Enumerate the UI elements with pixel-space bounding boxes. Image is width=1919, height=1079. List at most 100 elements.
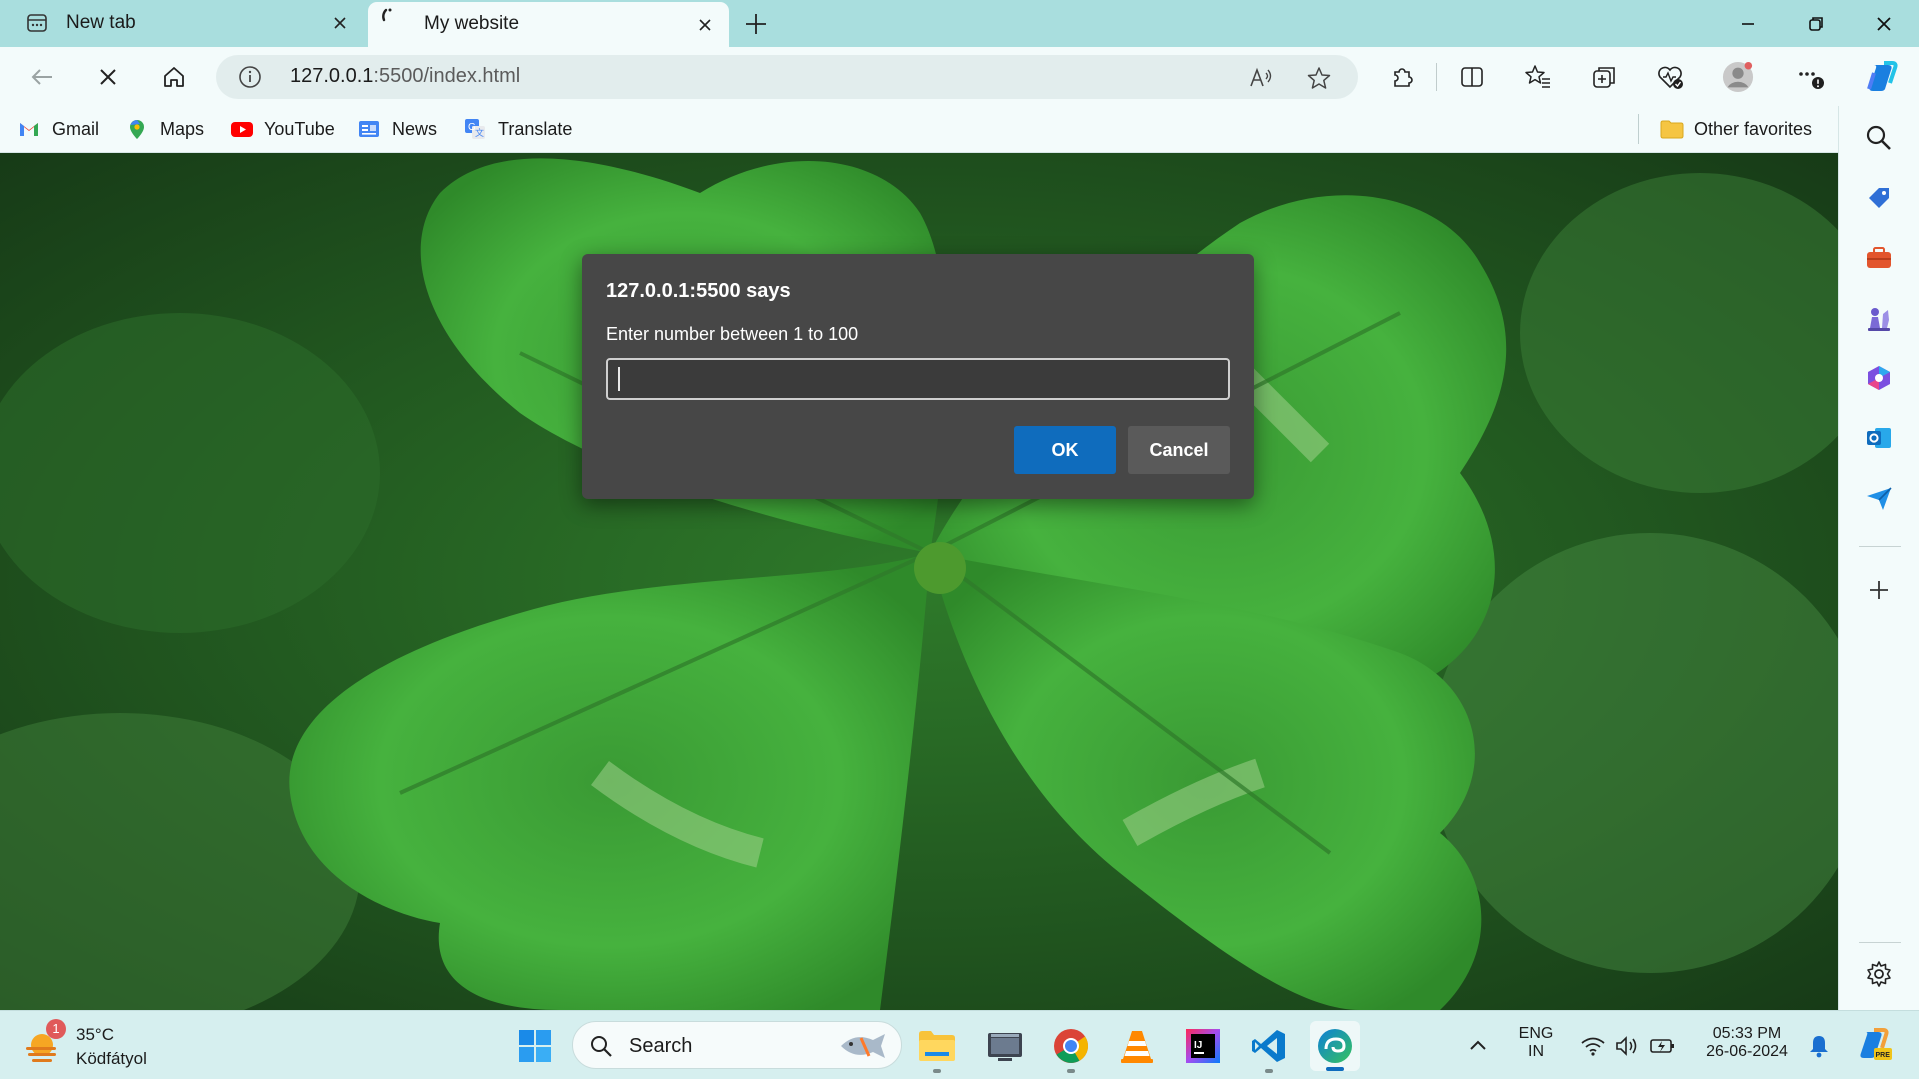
text-cursor bbox=[618, 367, 620, 391]
copilot-preview-icon[interactable]: PRE bbox=[1852, 1023, 1898, 1069]
extensions-icon[interactable] bbox=[1386, 61, 1418, 93]
active-app-indicator bbox=[1326, 1067, 1344, 1071]
more-options-icon[interactable] bbox=[1794, 61, 1826, 93]
translate-icon: G文 bbox=[464, 118, 486, 140]
split-screen-icon[interactable] bbox=[1456, 61, 1488, 93]
tab-title: My website bbox=[424, 13, 520, 34]
sidebar-divider bbox=[1859, 546, 1901, 547]
news-icon bbox=[358, 118, 380, 140]
tab-my-website[interactable]: My website bbox=[368, 2, 729, 47]
favorite-translate[interactable]: G文 Translate bbox=[464, 116, 572, 142]
notification-bell-icon[interactable] bbox=[1800, 1023, 1838, 1069]
tab-title: New tab bbox=[66, 12, 136, 33]
favorite-youtube[interactable]: YouTube bbox=[230, 116, 335, 142]
page-content: 127.0.0.1:5500 says Enter number between… bbox=[0, 153, 1838, 1010]
edge-browser-icon[interactable] bbox=[1310, 1021, 1360, 1071]
search-icon[interactable] bbox=[1863, 122, 1895, 154]
browser-toolbar: 127.0.0.1:5500/index.html bbox=[0, 47, 1919, 106]
language-indicator[interactable]: ENG IN bbox=[1508, 1025, 1564, 1061]
dialog-title: 127.0.0.1:5500 says bbox=[606, 280, 791, 302]
other-favorites-label: Other favorites bbox=[1694, 118, 1813, 139]
ok-button[interactable]: OK bbox=[1014, 426, 1116, 474]
chrome-icon[interactable] bbox=[1048, 1023, 1094, 1069]
microsoft-365-icon[interactable] bbox=[1863, 362, 1895, 394]
cancel-button[interactable]: Cancel bbox=[1128, 426, 1230, 474]
address-bar[interactable]: 127.0.0.1:5500/index.html bbox=[216, 55, 1358, 99]
vscode-icon[interactable] bbox=[1246, 1023, 1292, 1069]
restore-icon[interactable] bbox=[1802, 10, 1830, 38]
home-icon[interactable] bbox=[158, 61, 190, 93]
dialog-input[interactable] bbox=[606, 358, 1230, 400]
windows-taskbar: 1 35°C Ködfátyol Search IJ ENG IN 05:33 … bbox=[0, 1010, 1919, 1079]
clock-date: 26-06-2024 bbox=[1706, 1043, 1788, 1060]
dialog-message: Enter number between 1 to 100 bbox=[606, 324, 859, 344]
tools-briefcase-icon[interactable] bbox=[1863, 242, 1895, 274]
site-info-icon[interactable] bbox=[238, 65, 262, 89]
shopping-tag-icon[interactable] bbox=[1863, 182, 1895, 214]
prompt-dialog: 127.0.0.1:5500 says Enter number between… bbox=[582, 254, 1254, 499]
favorite-maps[interactable]: Maps bbox=[126, 116, 204, 142]
running-indicator bbox=[933, 1069, 941, 1073]
profile-avatar[interactable] bbox=[1722, 61, 1754, 93]
favorite-news[interactable]: News bbox=[358, 116, 437, 142]
favorites-divider bbox=[1638, 114, 1639, 144]
windows-start-icon[interactable] bbox=[512, 1023, 558, 1069]
new-tab-button[interactable] bbox=[742, 10, 770, 38]
remote-desktop-icon[interactable] bbox=[982, 1023, 1028, 1069]
language-code: ENG bbox=[1518, 1025, 1554, 1042]
settings-gear-icon[interactable] bbox=[1863, 958, 1895, 990]
folder-icon bbox=[1660, 118, 1684, 140]
url-host: 127.0.0.1 bbox=[290, 65, 374, 87]
weather-temperature: 35°C bbox=[76, 1025, 114, 1044]
add-plus-icon[interactable] bbox=[1863, 574, 1895, 606]
url-text[interactable]: 127.0.0.1:5500/index.html bbox=[290, 65, 520, 88]
favorite-label: Maps bbox=[160, 118, 205, 139]
outlook-icon[interactable] bbox=[1863, 422, 1895, 454]
browser-essentials-icon[interactable] bbox=[1654, 61, 1686, 93]
favorite-label: YouTube bbox=[264, 118, 335, 139]
battery-charging-icon[interactable] bbox=[1642, 1023, 1684, 1069]
copilot-icon[interactable] bbox=[1862, 57, 1902, 97]
games-chess-icon[interactable] bbox=[1863, 302, 1895, 334]
search-label: Search bbox=[629, 1035, 693, 1057]
vlc-icon[interactable] bbox=[1114, 1023, 1160, 1069]
weather-condition: Ködfátyol bbox=[76, 1049, 147, 1068]
show-hidden-icons-chevron-icon[interactable] bbox=[1458, 1023, 1498, 1069]
tab-strip: New tab My website bbox=[0, 0, 1919, 47]
favorite-label: News bbox=[392, 118, 438, 139]
taskbar-search[interactable]: Search bbox=[572, 1021, 902, 1069]
favorite-label: Translate bbox=[498, 118, 573, 139]
favorite-label: Gmail bbox=[52, 118, 100, 139]
search-icon bbox=[589, 1034, 613, 1058]
region-code: IN bbox=[1528, 1043, 1544, 1060]
other-favorites-folder[interactable]: Other favorites bbox=[1660, 116, 1812, 142]
read-aloud-icon[interactable] bbox=[1248, 65, 1274, 91]
clock-time: 05:33 PM bbox=[1712, 1025, 1782, 1042]
gmail-icon bbox=[18, 118, 40, 140]
loading-spinner-icon bbox=[380, 6, 402, 28]
running-indicator bbox=[1265, 1069, 1273, 1073]
svg-text:IJ: IJ bbox=[1194, 1040, 1202, 1051]
favorite-star-icon[interactable] bbox=[1306, 65, 1332, 91]
favorites-bar: Gmail Maps YouTube News G文 Translate Oth… bbox=[0, 106, 1919, 153]
favorite-gmail[interactable]: Gmail bbox=[18, 116, 99, 142]
youtube-icon bbox=[230, 118, 253, 140]
intellij-idea-icon[interactable]: IJ bbox=[1180, 1023, 1226, 1069]
close-tab-icon[interactable] bbox=[695, 15, 715, 35]
weather-widget[interactable]: 1 35°C Ködfátyol bbox=[24, 1019, 224, 1071]
tab-new-tab[interactable]: New tab bbox=[0, 0, 364, 47]
clock[interactable]: 05:33 PM 26-06-2024 bbox=[1692, 1025, 1802, 1061]
search-highlight-fish-icon bbox=[835, 1028, 893, 1064]
close-window-icon[interactable] bbox=[1870, 10, 1898, 38]
collections-icon[interactable] bbox=[1588, 61, 1620, 93]
close-tab-icon[interactable] bbox=[330, 13, 350, 33]
back-arrow-icon[interactable] bbox=[26, 61, 58, 93]
favorites-icon[interactable] bbox=[1522, 61, 1554, 93]
stop-loading-icon[interactable] bbox=[92, 61, 124, 93]
running-indicator bbox=[1067, 1069, 1075, 1073]
send-paper-plane-icon[interactable] bbox=[1863, 482, 1895, 514]
minimize-icon[interactable] bbox=[1734, 10, 1762, 38]
notification-badge: 1 bbox=[46, 1019, 66, 1039]
file-explorer-icon[interactable] bbox=[914, 1023, 960, 1069]
toolbar-divider bbox=[1436, 63, 1437, 91]
